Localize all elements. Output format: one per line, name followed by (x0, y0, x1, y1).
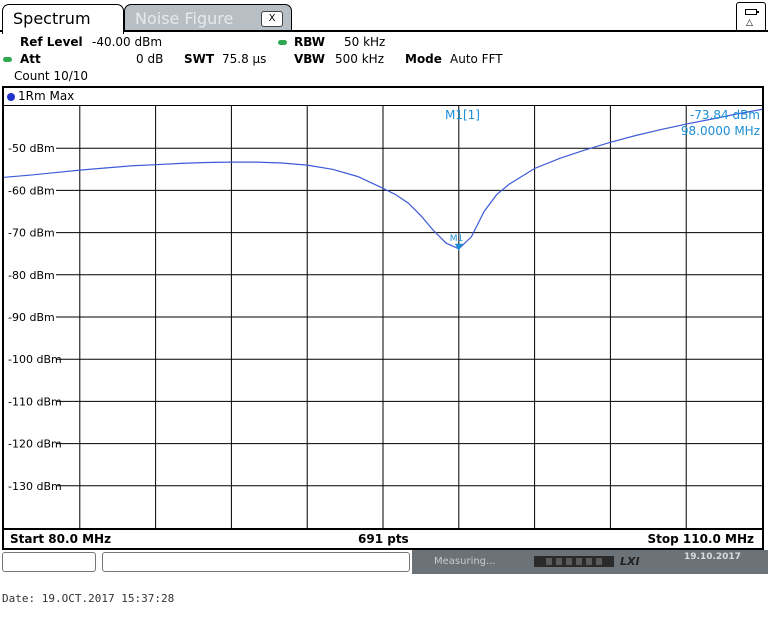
att-label: Att (20, 52, 41, 66)
swt-label: SWT (184, 52, 215, 66)
y-tick-label: -130 dBm (8, 480, 62, 493)
vbw-label: VBW (294, 52, 326, 66)
marker-name: M1[1] (445, 108, 480, 122)
sweep-count: Count 10/10 (14, 69, 89, 83)
progress-cell (576, 558, 582, 565)
y-tick-label: -50 dBm (8, 142, 55, 155)
status-field-message[interactable] (102, 552, 410, 572)
att-value[interactable]: 0 dB (136, 52, 163, 66)
y-tick-label: -100 dBm (8, 353, 62, 366)
lxi-logo: LXI (620, 555, 640, 568)
rbw-value[interactable]: 50 kHz (344, 35, 385, 49)
ref-level-label: Ref Level (20, 35, 83, 49)
y-tick-label: -70 dBm (8, 227, 55, 240)
progress-cell (586, 558, 592, 565)
diagram-footer: Start 80.0 MHz 691 pts Stop 110.0 MHz (4, 528, 762, 548)
progress-cell (596, 558, 602, 565)
status-bar: Measuring... LXI 19.10.2017 (0, 550, 768, 574)
y-tick-label: -80 dBm (8, 269, 55, 282)
sweep-points[interactable]: 691 pts (358, 532, 409, 546)
rbw-coupled-icon (278, 40, 287, 45)
measurement-progress (534, 556, 614, 567)
swt-value[interactable]: 75.8 µs (222, 52, 266, 66)
y-tick-label: -60 dBm (8, 184, 55, 197)
battery-icon (745, 9, 759, 15)
marker-frequency: 98.0000 MHz (681, 124, 760, 138)
tab-strip: Spectrum Noise Figure X △ (0, 0, 768, 34)
measurement-settings: Ref Level -40.00 dBm RBW 50 kHz Att 0 dB… (0, 34, 768, 86)
measuring-status: Measuring... (434, 556, 496, 567)
status-date: 19.10.2017 (684, 552, 741, 562)
tab-spectrum[interactable]: Spectrum (2, 4, 124, 34)
status-field-left[interactable] (2, 552, 96, 572)
warning-icon: △ (746, 18, 753, 28)
start-frequency[interactable]: Start 80.0 MHz (10, 532, 111, 546)
marker-tag: M1 (450, 234, 464, 244)
status-corner-button[interactable]: △ (736, 2, 766, 32)
mode-value[interactable]: Auto FFT (450, 52, 503, 66)
stop-frequency[interactable]: Stop 110.0 MHz (648, 532, 755, 546)
tab-noise-figure-label: Noise Figure (135, 9, 234, 28)
att-coupled-icon (3, 57, 12, 62)
marker-level: -73.84 dBm (690, 108, 760, 122)
tab-noise-figure[interactable]: Noise Figure X (124, 4, 292, 32)
y-tick-label: -120 dBm (8, 438, 62, 451)
progress-cell (546, 558, 552, 565)
tab-spectrum-label: Spectrum (13, 9, 91, 28)
y-tick-label: -90 dBm (8, 311, 55, 324)
mode-label: Mode (405, 52, 442, 66)
progress-cell (556, 558, 562, 565)
vbw-value[interactable]: 500 kHz (335, 52, 384, 66)
rbw-label: RBW (294, 35, 325, 49)
spectrum-plot[interactable]: -50 dBm -60 dBm -70 dBm -80 dBm -90 dBm -100 … (4, 88, 762, 528)
spectrum-diagram[interactable]: 1Rm Max -50 dBm -60 dBm -70 dBm -80 dBm -90 … (2, 86, 764, 550)
ref-level-value[interactable]: -40.00 dBm (92, 35, 162, 49)
y-tick-label: -110 dBm (8, 395, 62, 408)
print-date: Date: 19.OCT.2017 15:37:28 (2, 592, 175, 605)
close-tab-button[interactable]: X (261, 11, 283, 27)
progress-cell (566, 558, 572, 565)
